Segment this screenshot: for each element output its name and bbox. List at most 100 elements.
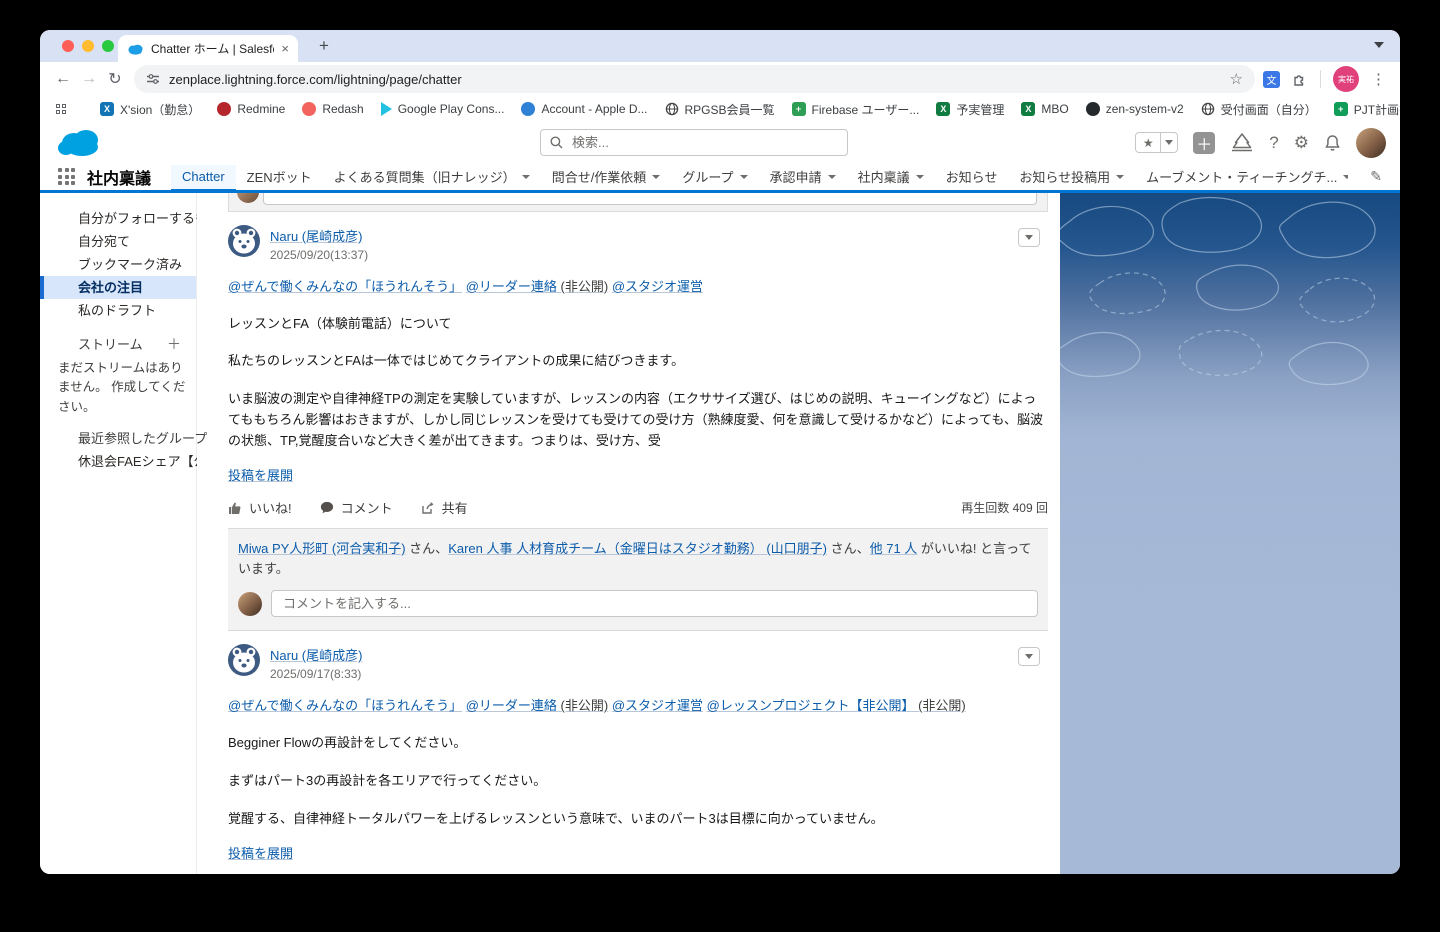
extensions-icon[interactable]	[1292, 71, 1308, 87]
add-stream-button[interactable]: ＋	[167, 333, 181, 356]
chevron-down-icon[interactable]	[652, 174, 661, 179]
bookmark-firebase[interactable]: + Firebase ユーザー...	[791, 101, 919, 118]
more-likers-link[interactable]: 他 71 人	[870, 541, 918, 556]
liker-link[interactable]: Karen 人事 人材育成チーム（金曜日はスタジオ勤務） (山口朋子)	[448, 541, 827, 556]
search-input[interactable]	[570, 134, 838, 151]
window-controls	[62, 40, 114, 52]
tab-news-post[interactable]: お知らせ投稿用	[1008, 163, 1135, 190]
app-launcher-icon[interactable]	[58, 168, 75, 185]
bookmark-uketsuke[interactable]: 受付画面（自分）	[1201, 101, 1317, 118]
like-button[interactable]: いいね!	[228, 498, 292, 517]
tab-chatter[interactable]: Chatter	[171, 164, 236, 190]
tab-groups[interactable]: グループ	[671, 163, 758, 190]
bear-avatar[interactable]	[228, 225, 260, 257]
bookmark-apple[interactable]: Account - Apple D...	[521, 102, 648, 116]
trailhead-icon[interactable]	[1230, 133, 1254, 152]
chevron-down-icon[interactable]	[739, 174, 748, 179]
global-add-button[interactable]: ＋	[1193, 131, 1216, 154]
tab-approval[interactable]: 承認申請	[759, 163, 847, 190]
url-bar[interactable]: zenplace.lightning.force.com/lightning/p…	[134, 65, 1255, 93]
sidebar-group-item[interactable]: 休退会FAEシェア【公開】	[40, 450, 233, 473]
likes-text: さん、	[826, 541, 870, 557]
sidebar-item-company-highlights[interactable]: 会社の注目	[40, 276, 196, 299]
toolbar-separator	[1320, 70, 1321, 88]
mention-link[interactable]: @スタジオ運営	[612, 279, 703, 294]
minimize-window-button[interactable]	[82, 40, 94, 52]
bookmark-xsion[interactable]: X X'sion（勤怠）	[100, 101, 200, 118]
user-avatar[interactable]	[1356, 127, 1386, 158]
streams-header-label: ストリーム	[78, 337, 143, 352]
reload-button[interactable]: ↻	[102, 69, 128, 89]
mention-link[interactable]: @リーダー連絡	[466, 698, 557, 713]
mention-link[interactable]: @ぜんで働くみんなの「ほうれんそう」	[228, 279, 462, 294]
translate-icon[interactable]: 文	[1263, 70, 1280, 88]
chevron-down-icon[interactable]	[521, 174, 530, 179]
bear-avatar[interactable]	[228, 644, 260, 677]
chevron-down-icon[interactable]	[1116, 174, 1125, 179]
tab-close-icon[interactable]: ×	[281, 41, 289, 56]
global-search-box[interactable]	[540, 129, 848, 156]
bookmark-redash[interactable]: Redash	[302, 102, 364, 116]
tab-faq[interactable]: よくある質問集（旧ナレッジ）	[323, 163, 541, 190]
sidebar-item-to-me[interactable]: 自分宛て	[40, 230, 196, 253]
mention-link[interactable]: @レッスンプロジェクト【非公開】	[707, 698, 915, 713]
chevron-down-icon[interactable]	[915, 174, 924, 179]
mention-privacy-label: (非公開)	[914, 698, 966, 714]
sidebar-item-my-drafts[interactable]: 私のドラフト	[40, 299, 196, 322]
bookmark-yojitsu[interactable]: X 予実管理	[936, 101, 1004, 118]
favorite-star-icon[interactable]: ★	[1135, 132, 1162, 153]
post-actions-dropdown[interactable]	[1018, 647, 1040, 667]
chatter-background	[1060, 193, 1400, 874]
apps-grid-icon[interactable]	[56, 104, 66, 114]
bookmark-pjt[interactable]: + PJT計画書_2025上...	[1333, 101, 1400, 118]
browser-profile-avatar[interactable]: 実祐	[1333, 66, 1359, 92]
bookmark-mbo[interactable]: X MBO	[1021, 102, 1069, 116]
tab-ringi[interactable]: 社内稟議	[847, 163, 935, 190]
new-tab-button[interactable]: +	[312, 36, 336, 56]
comment-input[interactable]	[263, 193, 1037, 205]
tab-inquiry[interactable]: 問合せ/作業依頼	[541, 163, 672, 190]
expand-post-link[interactable]: 投稿を展開	[228, 465, 293, 484]
bookmark-label: Google Play Cons...	[397, 102, 505, 116]
post-actions-dropdown[interactable]	[1018, 228, 1040, 247]
edit-nav-pencil-icon[interactable]: ✎	[1370, 168, 1382, 185]
mention-link[interactable]: @リーダー連絡	[466, 279, 557, 294]
post-author-link[interactable]: Naru (尾崎成彦)	[270, 648, 362, 663]
tab-search-chevron-icon[interactable]	[1374, 42, 1384, 48]
bookmark-redmine[interactable]: Redmine	[217, 102, 285, 116]
liker-link[interactable]: Miwa PY人形町 (河合実和子)	[238, 541, 406, 556]
chevron-down-icon[interactable]	[827, 174, 836, 179]
browser-menu-icon[interactable]: ⋮	[1371, 70, 1386, 88]
forward-button[interactable]: →	[76, 70, 102, 88]
bookmark-github[interactable]: zen-system-v2	[1085, 102, 1184, 116]
bookmark-google-play[interactable]: Google Play Cons...	[380, 102, 505, 116]
zoom-window-button[interactable]	[102, 40, 114, 52]
comment-input[interactable]	[271, 590, 1038, 618]
sidebar-item-following[interactable]: 自分がフォローするもの	[40, 207, 221, 230]
browser-tab[interactable]: Chatter ホーム | Salesforce ×	[118, 35, 298, 62]
bookmark-rpgsb[interactable]: RPGSB会員一覧	[665, 101, 775, 118]
streams-header: ストリーム ＋	[40, 333, 196, 356]
setup-gear-icon[interactable]: ⚙	[1294, 133, 1309, 153]
comment-button[interactable]: コメント	[320, 498, 393, 517]
mention-link[interactable]: @ぜんで働くみんなの「ほうれんそう」	[228, 698, 462, 713]
favorites-button[interactable]: ★	[1135, 132, 1179, 153]
tab-movement[interactable]: ムーブメント・ティーチングチ...	[1135, 163, 1348, 190]
post-author-link[interactable]: Naru (尾崎成彦)	[270, 229, 362, 244]
chevron-down-icon[interactable]	[1343, 174, 1348, 179]
expand-post-link[interactable]: 投稿を展開	[228, 843, 293, 862]
toolbar-right: 文 実祐 ⋮	[1263, 66, 1390, 92]
help-icon[interactable]: ?	[1269, 133, 1278, 153]
share-button[interactable]: 共有	[421, 498, 468, 517]
tab-title: Chatter ホーム | Salesforce	[151, 42, 274, 56]
back-button[interactable]: ←	[50, 70, 76, 88]
tab-news[interactable]: お知らせ	[935, 163, 1009, 190]
favorites-dropdown[interactable]	[1161, 132, 1179, 153]
post-mentions: @ぜんで働くみんなの「ほうれんそう」 @リーダー連絡 (非公開) @スタジオ運営	[228, 277, 1048, 297]
mention-link[interactable]: @スタジオ運営	[612, 698, 703, 713]
notifications-bell-icon[interactable]	[1324, 134, 1341, 152]
bookmark-star-icon[interactable]: ☆	[1230, 70, 1243, 88]
tab-zenbot[interactable]: ZENボット	[236, 163, 323, 190]
close-window-button[interactable]	[62, 40, 74, 52]
sidebar-item-bookmarked[interactable]: ブックマーク済み	[40, 253, 196, 276]
